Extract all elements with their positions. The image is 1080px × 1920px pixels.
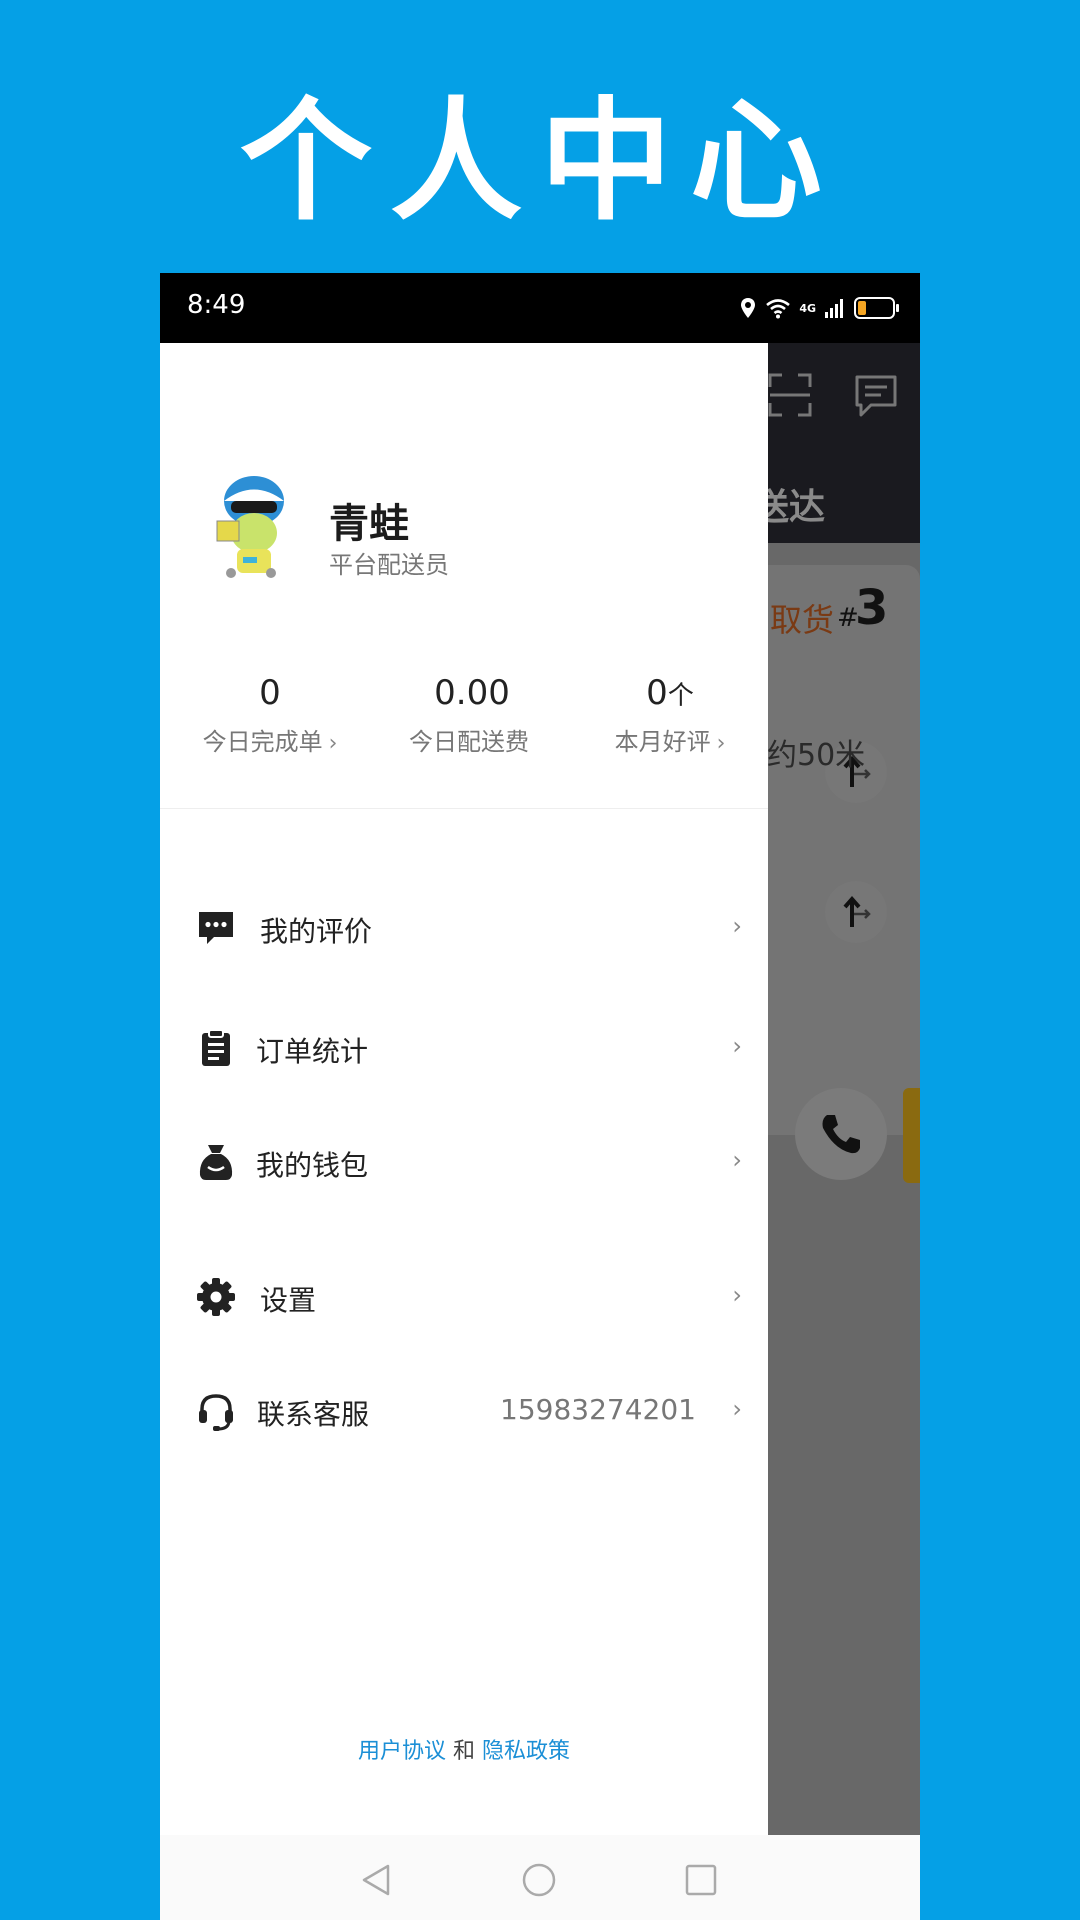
menu-label: 我的评价 bbox=[260, 915, 373, 948]
background-distance: 约50米 bbox=[767, 738, 866, 773]
menu-label: 我的钱包 bbox=[256, 1149, 369, 1182]
chevron-right-icon: › bbox=[732, 912, 742, 940]
menu-item-settings[interactable]: 设置 › bbox=[160, 1259, 768, 1339]
headset-icon bbox=[199, 1394, 233, 1431]
background-pickup-label: 取货 bbox=[770, 601, 835, 639]
scan-icon bbox=[768, 373, 812, 417]
stat-label: 今日完成单 › bbox=[202, 728, 338, 756]
stat-value: 0个 bbox=[646, 673, 694, 713]
avatar bbox=[216, 476, 284, 578]
stat-today-fee: 0.00 今日配送费 bbox=[402, 673, 542, 757]
status-bar: 8:49 4G bbox=[160, 273, 920, 343]
recents-icon[interactable] bbox=[684, 1863, 718, 1897]
stat-monthly-praise[interactable]: 0个 本月好评 › bbox=[600, 673, 740, 757]
chevron-right-icon: › bbox=[716, 731, 726, 756]
gear-icon bbox=[197, 1278, 235, 1316]
menu-label: 设置 bbox=[260, 1284, 317, 1317]
background-pickup-number: 3 bbox=[855, 580, 889, 636]
signal-icon bbox=[825, 299, 843, 318]
back-icon[interactable] bbox=[360, 1863, 394, 1897]
network-type: 4G bbox=[799, 301, 816, 315]
chevron-right-icon: › bbox=[732, 1146, 742, 1174]
menu-item-contact-support[interactable]: 联系客服 15983274201 › bbox=[160, 1373, 768, 1453]
message-icon bbox=[855, 375, 897, 417]
chevron-right-icon: › bbox=[328, 731, 338, 756]
chevron-right-icon: › bbox=[732, 1395, 742, 1423]
clipboard-icon bbox=[202, 1029, 230, 1066]
phone-icon bbox=[822, 1115, 860, 1154]
privacy-policy-link[interactable]: 隐私政策 bbox=[482, 1739, 570, 1764]
phone-screen: 8:49 4G 送达 取货 # 3 约50米 青蛙 平台配送员 0 今日完成单 … bbox=[160, 273, 920, 1920]
user-name: 青蛙 bbox=[329, 501, 409, 547]
stat-today-orders[interactable]: 0 今日完成单 › bbox=[190, 673, 350, 757]
chevron-right-icon: › bbox=[732, 1032, 742, 1060]
stat-value: 0.00 bbox=[434, 673, 510, 713]
stat-value: 0 bbox=[259, 673, 281, 713]
divider bbox=[160, 808, 768, 809]
chevron-right-icon: › bbox=[732, 1281, 742, 1309]
legal-links: 用户协议 和 隐私政策 bbox=[160, 1733, 768, 1765]
banner-title: 个人中心 bbox=[240, 84, 840, 239]
menu-item-my-reviews[interactable]: 我的评价 › bbox=[160, 890, 768, 970]
menu-label: 订单统计 bbox=[256, 1035, 369, 1068]
menu-item-order-stats[interactable]: 订单统计 › bbox=[160, 1010, 768, 1090]
chat-dots-icon bbox=[199, 912, 233, 944]
call-button bbox=[795, 1088, 887, 1180]
turn-arrow-icon bbox=[843, 895, 871, 927]
menu-label: 联系客服 bbox=[257, 1398, 370, 1431]
side-drawer: 青蛙 平台配送员 0 今日完成单 › 0.00 今日配送费 0个 本月好评 › 我的… bbox=[160, 343, 768, 1835]
legal-and: 和 bbox=[452, 1739, 475, 1764]
location-icon bbox=[741, 298, 756, 318]
support-phone: 15983274201 bbox=[500, 1393, 696, 1426]
menu-item-my-wallet[interactable]: 我的钱包 › bbox=[160, 1124, 768, 1204]
wallet-bag-icon bbox=[199, 1145, 233, 1180]
status-time: 8:49 bbox=[187, 290, 246, 320]
user-role: 平台配送员 bbox=[329, 551, 449, 579]
wifi-icon bbox=[766, 299, 791, 319]
background-action-strip bbox=[903, 1088, 920, 1183]
battery-icon bbox=[854, 297, 899, 319]
navigate-button-2 bbox=[825, 881, 887, 943]
user-agreement-link[interactable]: 用户协议 bbox=[358, 1739, 446, 1764]
home-icon[interactable] bbox=[522, 1863, 556, 1897]
stat-label: 今日配送费 bbox=[409, 728, 529, 756]
stat-label: 本月好评 › bbox=[614, 728, 726, 756]
status-icons: 4G bbox=[739, 291, 900, 325]
system-nav-bar bbox=[160, 1835, 920, 1920]
